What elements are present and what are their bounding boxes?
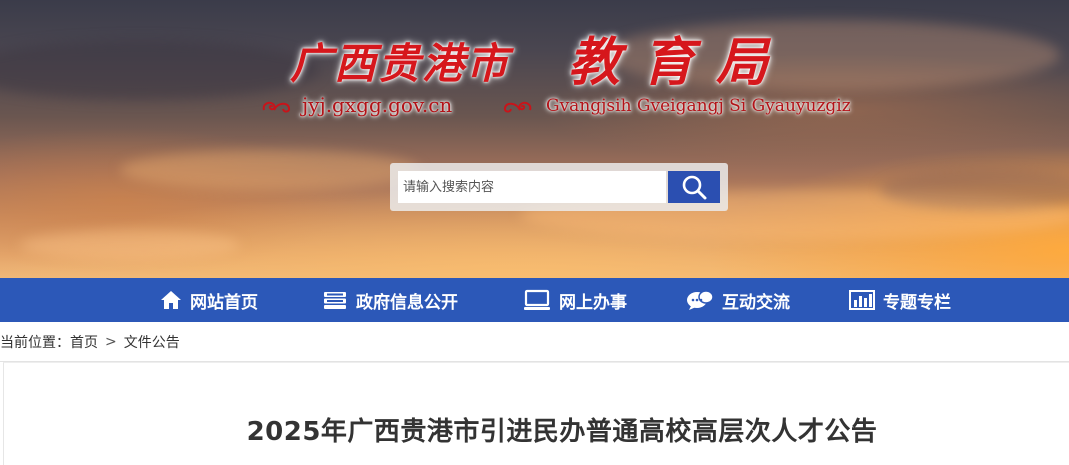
nav-item-interaction[interactable]: 互动交流 [686,278,790,322]
cloud-swirl-icon [503,101,532,113]
nav-item-home[interactable]: 网站首页 [160,278,258,322]
cloud-swirl-icon [262,101,291,113]
nav-item-gov-info[interactable]: 政府信息公开 [322,278,458,322]
breadcrumb-separator: > [105,333,117,350]
zhuang-language-name: Gvangjsih Gveigangj Si Gyauyuzgiz [546,96,851,116]
breadcrumb-home-link[interactable]: 首页 [70,332,98,352]
nav-item-label: 网站首页 [190,292,258,313]
header-banner: 广西贵港市 教育局 jyj.gxgg.gov.cn Gvangjsih Gvei… [0,0,1069,278]
document-stack-icon [322,290,348,310]
article-title: 2025年广西贵港市引进民办普通高校高层次人才公告 [246,417,878,447]
site-title: 广西贵港市 [290,39,511,88]
banner-cloud [20,230,240,260]
site-domain: jyj.gxgg.gov.cn [302,93,453,117]
nav-item-label: 政府信息公开 [356,292,458,313]
breadcrumb-prefix: 当前位置： [0,334,70,351]
breadcrumb: 当前位置： 首页 > 文件公告 [0,322,1069,362]
nav-item-label: 网上办事 [559,292,627,313]
nav-item-label: 专题专栏 [883,292,951,313]
nav-item-label: 互动交流 [722,292,790,313]
banner-cloud [120,150,420,190]
monitor-icon [523,289,551,311]
bar-chart-icon [849,290,875,310]
nav-item-online-services[interactable]: 网上办事 [523,278,627,322]
home-icon [160,290,182,310]
nav-item-special-topics[interactable]: 专题专栏 [849,278,951,322]
article-panel: 2025年广西贵港市引进民办普通高校高层次人才公告 [3,362,1069,465]
department-title: 教育局 [568,32,791,93]
search-box [390,163,728,211]
banner-cloud [0,40,320,100]
chat-bubble-icon [686,289,714,311]
search-input[interactable] [398,171,666,203]
search-button[interactable] [668,171,720,203]
breadcrumb-current-link[interactable]: 文件公告 [124,332,180,352]
main-nav: 网站首页 政府信息公开 网上办事 互动交流 专题专栏 [0,278,1069,322]
search-icon [682,175,707,200]
